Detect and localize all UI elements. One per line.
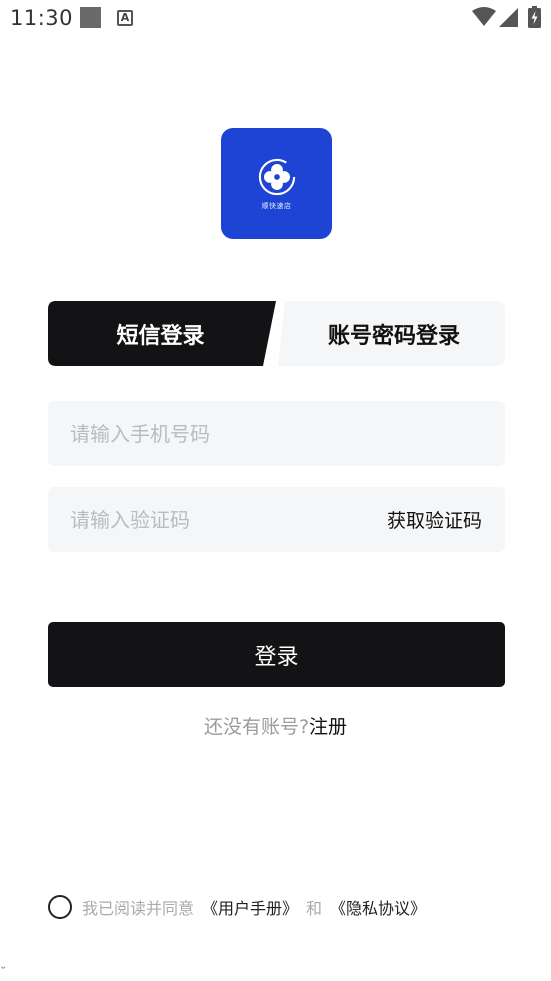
clover-logo-icon: [258, 158, 295, 196]
privacy-link[interactable]: 《隐私协议》: [330, 895, 426, 919]
text-a-icon: A: [117, 10, 133, 26]
tab-password-login[interactable]: 账号密码登录: [283, 301, 505, 366]
code-input[interactable]: [48, 487, 358, 552]
agree-and: 和: [306, 899, 323, 918]
battery-icon: [528, 6, 541, 28]
phone-input[interactable]: [48, 401, 505, 466]
agreement-row: 我已阅读并同意 《用户手册》 和 《隐私协议》: [48, 894, 426, 920]
corner-mark: ˘: [0, 966, 7, 981]
code-field: 获取验证码: [48, 487, 505, 552]
login-button[interactable]: 登录: [48, 622, 505, 687]
status-bar: 11:30 A: [0, 0, 551, 38]
get-code-button[interactable]: 获取验证码: [387, 487, 482, 552]
agree-checkbox[interactable]: [48, 895, 72, 919]
user-manual-link[interactable]: 《用户手册》: [202, 895, 298, 919]
no-account-text: 还没有账号?: [203, 716, 310, 738]
logo-text: 顺快速店: [261, 202, 292, 210]
status-time: 11:30: [10, 6, 74, 30]
login-tabs: 短信登录 账号密码登录: [48, 301, 505, 366]
tab-sms-login[interactable]: 短信登录: [48, 301, 273, 366]
wifi-icon: [472, 7, 496, 26]
register-link[interactable]: 注册: [309, 716, 347, 738]
agree-prefix: 我已阅读并同意: [82, 899, 195, 918]
phone-field: [48, 401, 505, 466]
signal-icon: [499, 8, 518, 27]
app-logo: 顺快速店: [221, 128, 332, 239]
notification-square-icon: [80, 7, 101, 28]
register-row: 还没有账号?注册: [0, 712, 551, 739]
